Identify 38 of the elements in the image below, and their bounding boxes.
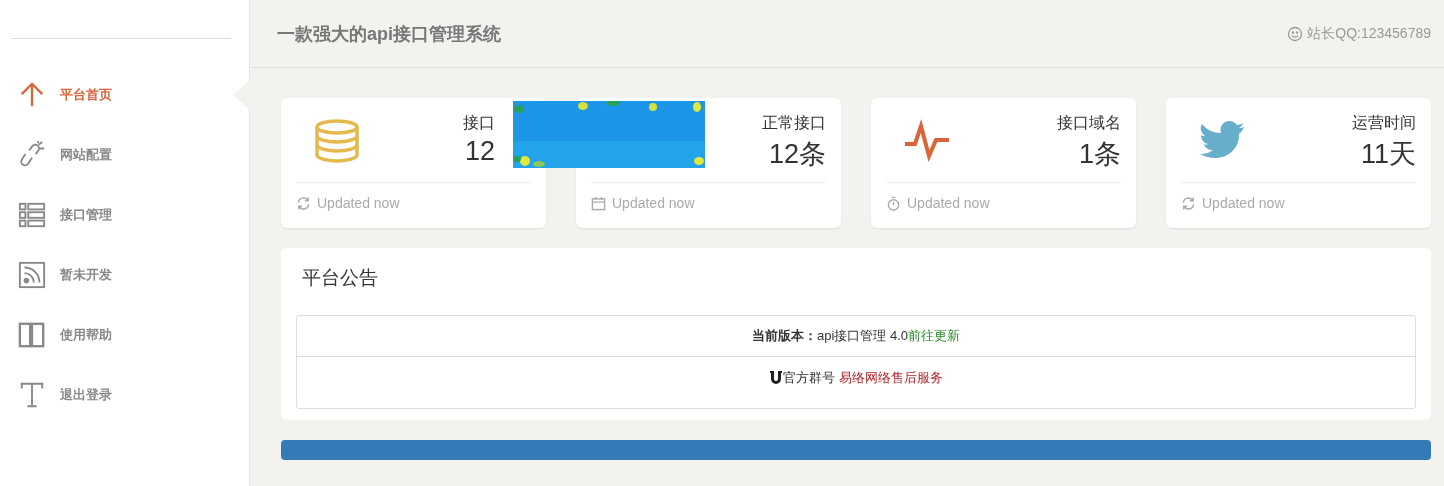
stat-value: 12条 <box>768 138 826 171</box>
stat-label: 接口 <box>463 113 495 133</box>
link-icon <box>18 141 46 169</box>
calendar-icon <box>591 195 606 211</box>
notice-link[interactable]: 前往更新 <box>908 327 960 345</box>
stat-label: 运营时间 <box>1352 113 1416 133</box>
nav-item[interactable]: 使用帮助 <box>0 305 249 365</box>
nav-item[interactable]: 平台首页 <box>0 65 249 125</box>
notice-link[interactable]: 易络网络售后服务 <box>838 369 943 387</box>
text-icon <box>18 381 46 409</box>
stat-label: 接口域名 <box>1057 113 1121 133</box>
rss-icon <box>18 261 46 289</box>
coin-stack-icon <box>313 118 361 166</box>
refresh-icon <box>296 195 311 211</box>
up-arrow-icon <box>18 81 46 109</box>
nav-item[interactable]: 网站配置 <box>0 125 249 185</box>
nav-item[interactable]: 接口管理 <box>0 185 249 245</box>
smiley-icon <box>1287 25 1304 42</box>
notice-text: 当前版本：api接口管理 4.0 <box>751 327 908 345</box>
nav-item[interactable]: 暂未开发 <box>0 245 249 305</box>
nav-item[interactable]: 退出登录 <box>0 365 249 425</box>
stat-value: 1条 <box>1078 138 1121 171</box>
contact-text: 站长QQ:123456789 <box>1307 24 1431 43</box>
stat-value: 12 <box>464 136 495 167</box>
u-shaped-icon <box>769 371 782 385</box>
updated-text: Updated now <box>612 195 695 211</box>
updated-text: Updated now <box>1202 195 1285 211</box>
refresh-icon <box>1181 195 1196 211</box>
stopwatch-icon <box>886 195 901 211</box>
stat-value: 11天 <box>1360 138 1416 171</box>
stat-label: 正常接口 <box>762 113 826 133</box>
updated-text: Updated now <box>907 195 990 211</box>
columns-icon <box>18 321 46 349</box>
updated-text: Updated now <box>317 195 400 211</box>
panel-title: 平台公告 <box>301 266 379 290</box>
list-icon <box>18 201 46 229</box>
notice-text: 官方群号 <box>782 369 835 387</box>
page-title: 一款强大的api接口管理系统 <box>277 22 501 46</box>
